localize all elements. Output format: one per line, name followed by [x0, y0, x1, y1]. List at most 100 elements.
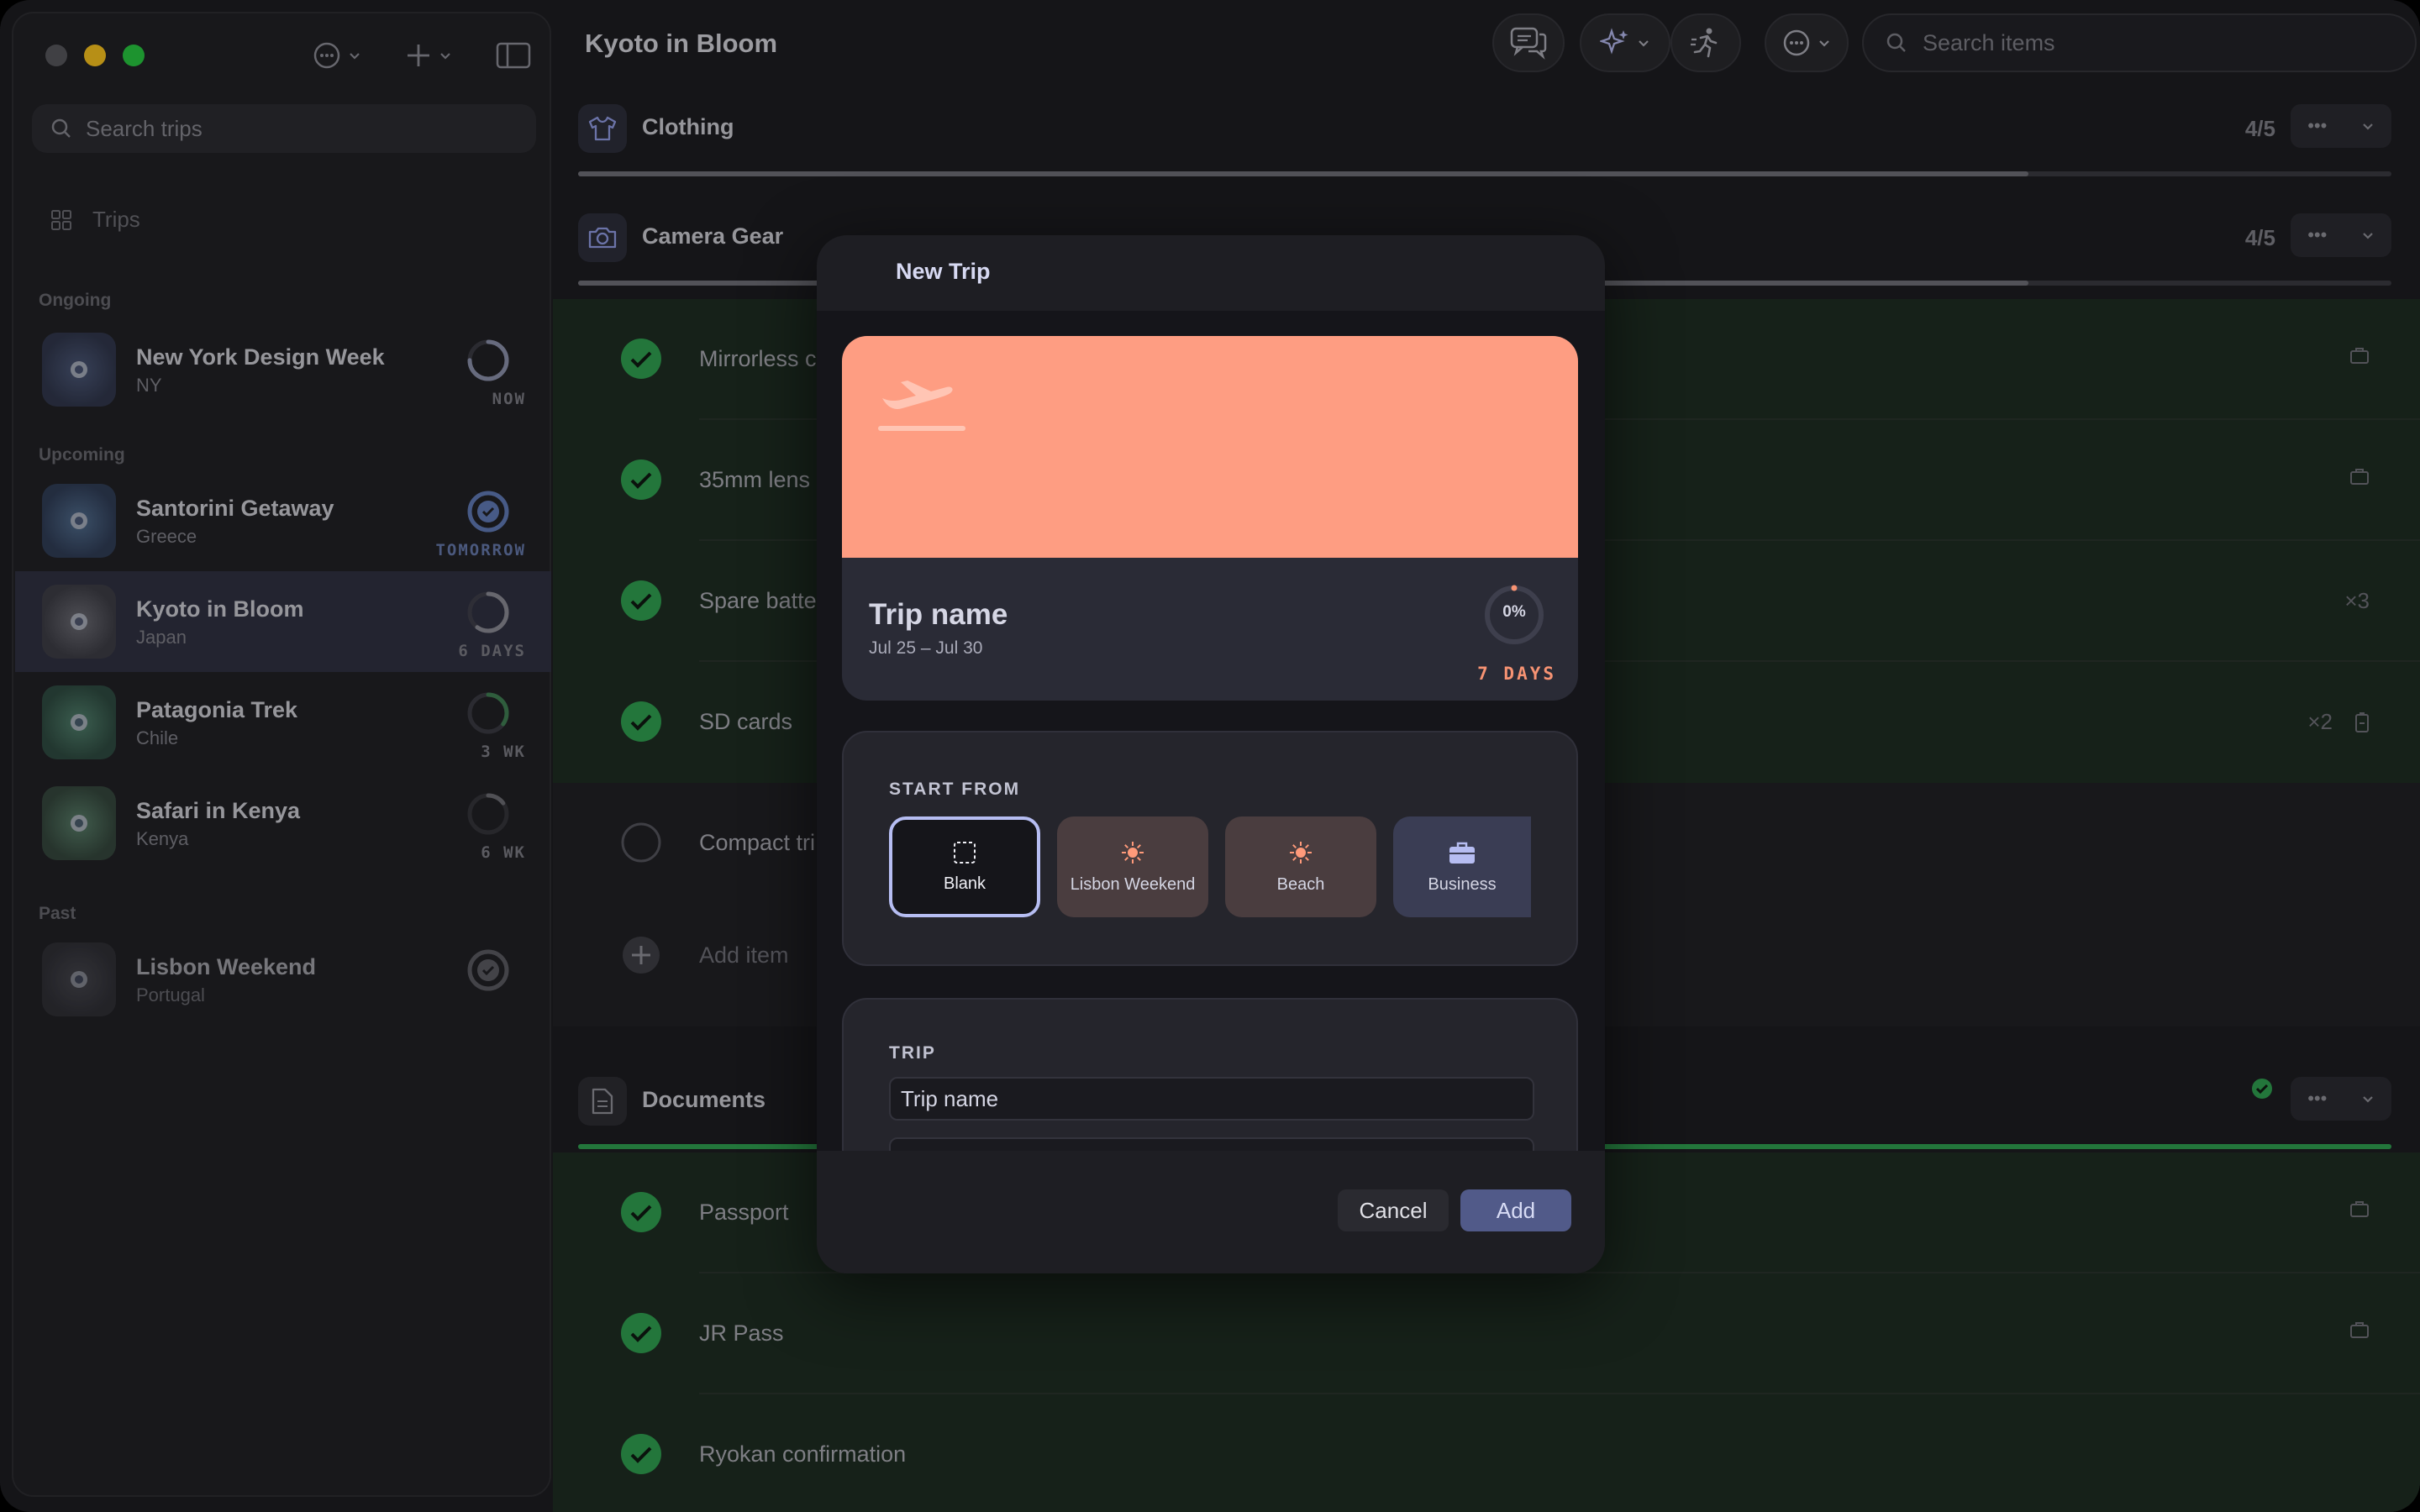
checkmark-circle-icon[interactable]: [620, 1191, 662, 1233]
add-button[interactable]: Add: [1460, 1189, 1571, 1231]
trip-location: Kenya: [136, 828, 189, 849]
template-label: Lisbon Weekend: [1070, 874, 1196, 894]
trip-search-input[interactable]: Search trips: [32, 104, 536, 153]
item-name: 35mm lens: [699, 467, 811, 492]
item-name: Passport: [699, 1200, 789, 1225]
item-name: SD cards: [699, 709, 793, 734]
trip-item[interactable]: New York Design Week NY NOW: [15, 319, 551, 420]
page-title: Kyoto in Bloom: [585, 29, 778, 58]
item-name: Mirrorless c: [699, 346, 817, 371]
suitcase-icon: [2350, 348, 2369, 364]
item-meta: [2349, 346, 2370, 365]
sidebar: Search trips Trips Ongoing New York Desi…: [12, 12, 551, 1497]
grid-icon: [51, 209, 71, 230]
empty-circle-icon[interactable]: [620, 822, 662, 864]
checkmark-circle-icon[interactable]: [620, 338, 662, 380]
chevron-down-icon: [2362, 123, 2373, 130]
trip-location: Chile: [136, 727, 179, 748]
trip-thumbnail: [42, 685, 116, 759]
trip-status: TOMORROW: [435, 541, 526, 559]
ai-sparkle-button[interactable]: [1580, 13, 1670, 72]
more-options-button[interactable]: [1765, 13, 1849, 72]
template-beach[interactable]: Beach: [1225, 816, 1376, 917]
more-menu-button[interactable]: [313, 39, 361, 72]
ellipsis-icon: •••: [2307, 224, 2328, 245]
add-item-label: Add item: [699, 942, 789, 968]
trip-banner: [842, 336, 1578, 558]
add-menu-button[interactable]: [405, 39, 452, 72]
chevron-down-icon: [2362, 1096, 2373, 1103]
search-icon: [1886, 33, 1906, 52]
progress-fill: [578, 171, 2029, 176]
trip-name: Lisbon Weekend: [136, 954, 317, 979]
category-menu-button[interactable]: •••: [2291, 1077, 2391, 1121]
destination-field[interactable]: Destination: [889, 1137, 1534, 1151]
category-menu-button[interactable]: •••: [2291, 213, 2391, 257]
chat-bubbles-icon: [1510, 27, 1547, 60]
minimize-window-button[interactable]: [84, 45, 106, 66]
list-item[interactable]: JR Pass: [553, 1273, 2420, 1394]
category-menu-button[interactable]: •••: [2291, 104, 2391, 148]
section-label-past: Past: [39, 904, 76, 923]
category-name: Documents: [642, 1087, 766, 1112]
trip-item[interactable]: Safari in Kenya Kenya 6 WK: [15, 773, 551, 874]
new-trip-dialog: New Trip Trip name Jul 25 – Jul 30 0% 7 …: [817, 235, 1605, 1273]
item-quantity: ×3: [2344, 588, 2370, 613]
start-from-label: START FROM: [889, 780, 1021, 799]
sun-icon: [1290, 841, 1312, 864]
preview-trip-name: Trip name: [869, 598, 1008, 631]
template-lisbon-weekend[interactable]: Lisbon Weekend: [1057, 816, 1208, 917]
category-clothing[interactable]: Clothing 4/5 •••: [553, 79, 2420, 188]
trip-item[interactable]: Santorini Getaway Greece TOMORROW: [15, 470, 551, 571]
close-window-button[interactable]: [45, 45, 67, 66]
trip-thumbnail: [42, 786, 116, 860]
checkmark-circle-icon[interactable]: [620, 459, 662, 501]
trip-item-selected[interactable]: Kyoto in Bloom Japan 6 DAYS: [15, 571, 551, 672]
checkmark-circle-icon[interactable]: [620, 580, 662, 622]
preview-days: 7 DAYS: [1477, 664, 1556, 684]
sidebar-item-trips[interactable]: Trips: [50, 207, 140, 233]
checkmark-circle-icon[interactable]: [620, 1312, 662, 1354]
trip-name: Safari in Kenya: [136, 798, 301, 823]
trip-item[interactable]: Lisbon Weekend Portugal: [15, 929, 551, 1030]
dialog-title: New Trip: [896, 259, 991, 284]
suitcase-icon: [2350, 469, 2369, 485]
trip-thumbnail: [42, 942, 116, 1016]
item-name: JR Pass: [699, 1320, 784, 1346]
toggle-sidebar-button[interactable]: [496, 39, 531, 72]
trip-item[interactable]: Patagonia Trek Chile 3 WK: [15, 672, 551, 773]
suitcase-icon: [2350, 1201, 2369, 1217]
trip-status: 3 WK: [481, 743, 526, 761]
template-label: Blank: [943, 874, 986, 893]
item-meta: [2349, 1320, 2370, 1339]
template-business[interactable]: Business: [1393, 816, 1531, 917]
template-blank[interactable]: Blank: [889, 816, 1040, 917]
checkmark-circle-icon[interactable]: [620, 701, 662, 743]
plus-icon: [408, 45, 429, 66]
item-search-input[interactable]: Search items: [1862, 13, 2417, 72]
trip-name: Santorini Getaway: [136, 496, 334, 521]
check-badge-icon: [467, 949, 509, 991]
camera-icon: [578, 213, 627, 262]
section-label-upcoming: Upcoming: [39, 445, 125, 465]
item-name: Compact tri: [699, 830, 816, 855]
item-meta: [2349, 467, 2370, 486]
trip-location: Portugal: [136, 984, 205, 1005]
checkmark-circle-icon[interactable]: [620, 1433, 662, 1475]
trip-name: Patagonia Trek: [136, 697, 298, 722]
chevron-down-icon: [350, 53, 360, 60]
trip-thumbnail: [42, 585, 116, 659]
dialog-body[interactable]: Trip name Jul 25 – Jul 30 0% 7 DAYS STAR…: [817, 311, 1605, 1151]
sidebar-item-label: Trips: [92, 207, 140, 232]
chevron-down-icon: [1639, 40, 1649, 47]
maximize-window-button[interactable]: [123, 45, 145, 66]
list-item[interactable]: Ryokan confirmation: [553, 1394, 2420, 1512]
trip-details-panel: TRIP Trip name Destination: [842, 998, 1578, 1151]
trip-name-field[interactable]: Trip name: [889, 1077, 1534, 1121]
activity-button[interactable]: [1670, 13, 1741, 72]
more-circle-icon: [313, 42, 340, 69]
chat-button[interactable]: [1492, 13, 1565, 72]
battery-icon: [2355, 711, 2369, 732]
sun-icon: [1122, 841, 1144, 864]
cancel-button[interactable]: Cancel: [1338, 1189, 1449, 1231]
